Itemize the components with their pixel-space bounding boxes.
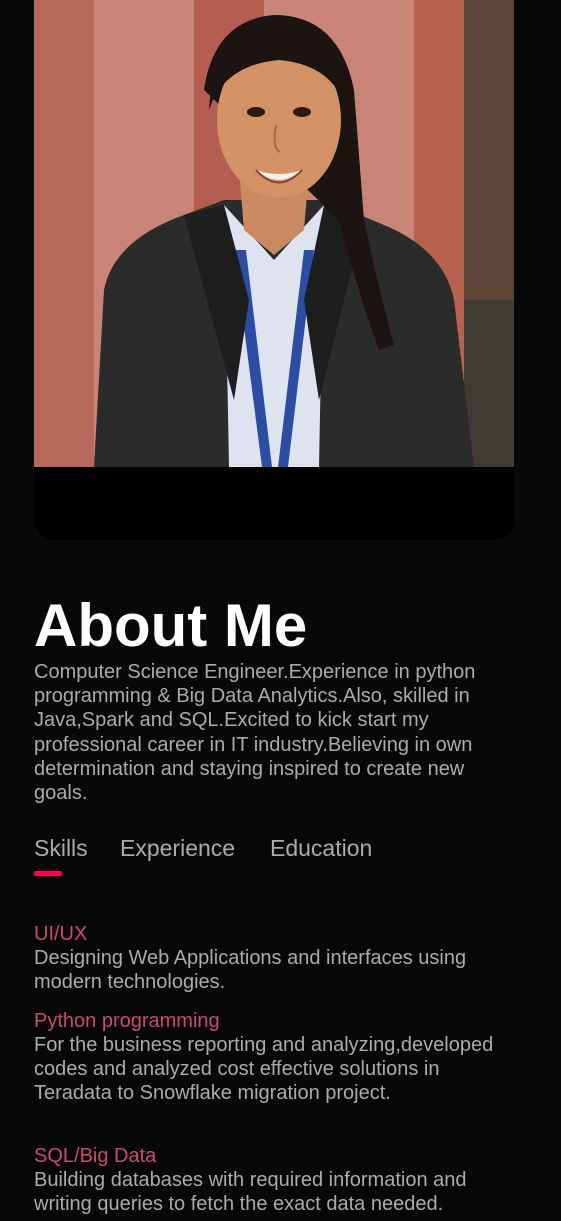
profile-photo: [34, 0, 514, 467]
skill-title: SQL/Big Data: [34, 1145, 157, 1167]
profile-photo-image: [34, 0, 514, 467]
skill-description: For the business reporting and analyzing…: [34, 1034, 494, 1104]
active-tab-indicator: [34, 871, 62, 876]
profile-photo-card: [34, 0, 514, 540]
tab-experience[interactable]: Experience: [120, 834, 235, 862]
skill-description: Designing Web Applications and interface…: [34, 947, 467, 993]
tab-skills[interactable]: Skills: [34, 834, 88, 862]
skill-title: Python programming: [34, 1010, 220, 1032]
skill-description: Building databases with required informa…: [34, 1169, 467, 1215]
about-bio: Computer Science Engineer.Experience in …: [34, 661, 476, 805]
about-title: About Me: [34, 592, 308, 659]
tab-education[interactable]: Education: [270, 834, 372, 862]
skill-title: UI/UX: [34, 923, 88, 945]
